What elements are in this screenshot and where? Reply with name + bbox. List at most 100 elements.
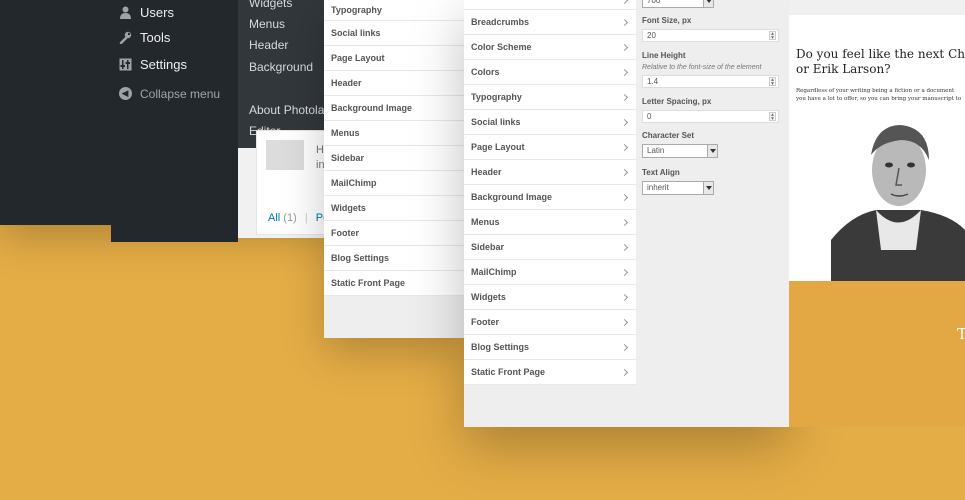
preview-top-image [789,0,965,15]
customizer-section-item[interactable]: Color Scheme [464,35,636,60]
admin-menu-item-tools[interactable]: Tools [118,24,238,51]
chevron-right-icon [620,93,629,101]
customizer-section-label: Sidebar [471,242,505,252]
customizer-section-item[interactable]: Typography [464,85,636,110]
line-height-description: Relative to the font-size of the element [642,64,762,71]
chevron-right-icon [620,243,629,251]
chevron-right-icon [620,18,629,26]
submenu-item-widgets[interactable]: Widgets [249,0,292,10]
customizer-section-item[interactable]: Social links [324,21,464,46]
chevron-down-icon [703,0,713,7]
submenu-item-header[interactable]: Header [249,38,288,52]
customizer-section-label: Blog Settings [471,342,529,352]
collapse-menu-button[interactable]: ◀ Collapse menu [118,80,238,107]
customizer-section-label: Header [331,78,362,88]
customizer-section-label: Blog Settings [331,253,389,263]
customizer-section-item[interactable]: MailChimp [324,171,464,196]
font-weight-value: 700 [647,0,661,5]
chevron-right-icon [620,118,629,126]
customizer-section-item[interactable]: Typography [324,0,464,21]
font-weight-select[interactable]: 700 [642,0,714,8]
spinner-icon[interactable]: ▲ ▼ [769,112,776,122]
letter-spacing-input[interactable]: 0 ▲ ▼ [642,110,779,123]
customizer-section-item[interactable]: Sidebar [324,146,464,171]
customizer-section-label: Breadcrumbs [471,17,530,27]
customizer-section-label: Social links [471,117,521,127]
text-align-value: inherit [647,183,669,192]
submenu-item-background[interactable]: Background [249,60,313,74]
chevron-down-icon [703,182,713,194]
admin-menu: Users Tools Settings ◀ Collapse menu [118,0,238,107]
customizer-section-item[interactable]: Static Front Page [324,271,464,296]
customizer-section-label: Background Image [331,103,413,113]
text-align-select[interactable]: inherit [642,181,714,195]
customizer-section-label: Widgets [471,292,506,302]
customizer-section-item[interactable]: Header [324,71,464,96]
customizer-section-item[interactable]: Sidebar [464,235,636,260]
customizer-section-item[interactable]: Blog Settings [464,335,636,360]
admin-menu-label: Users [140,4,174,20]
customizer-section-label: Static Front Page [331,278,406,288]
line-height-input[interactable]: 1.4 ▲ ▼ [642,75,779,88]
promo-line: THE [956,325,965,343]
customizer-panel-left: Typography Social links Page Layout Header B… [324,0,464,338]
font-size-input[interactable]: 20 ▲ ▼ [642,29,779,42]
comment-text: H [316,144,324,156]
customizer-section-label: Page Layout [331,53,385,63]
customizer-section-label: Page Layout [471,142,525,152]
customizer-section-label: Menus [331,128,360,138]
admin-sidebar-extension [111,225,238,242]
customizer-section-item[interactable]: Footer [324,221,464,246]
customizer-section-item[interactable]: Menus [324,121,464,146]
customizer-section-item[interactable]: Footer [464,310,636,335]
chevron-right-icon [620,318,629,326]
preview-body-line: Regardless of your writing being a ficti… [796,88,955,94]
customizer-section-item[interactable]: Breadcrumbs [464,10,636,35]
customizer-section-item[interactable]: Page Layout [464,135,636,160]
customizer-section-item[interactable]: Colors [464,60,636,85]
line-height-label: Line Height [642,51,686,60]
preview-body-text: Regardless of your writing being a ficti… [796,87,965,103]
chevron-right-icon [620,68,629,76]
avatar [266,140,304,170]
wrench-icon [118,31,132,45]
customizer-section-item[interactable]: MailChimp [464,260,636,285]
customizer-section-item[interactable]: Static Front Page [464,360,636,385]
chevron-right-icon [620,168,629,176]
chevron-right-icon [620,343,629,351]
customizer-section-label: Footer [471,317,499,327]
chevron-right-icon [620,0,629,5]
customizer-section-item[interactable]: Blog Settings [324,246,464,271]
customizer-section-label: Sidebar [331,153,365,163]
spinner-icon[interactable]: ▲ ▼ [769,77,776,87]
customizer-section-item[interactable]: Header [464,160,636,185]
admin-menu-item-settings[interactable]: Settings [118,51,238,78]
customizer-section-item[interactable]: Menus [464,210,636,235]
font-size-value: 20 [647,31,656,40]
customizer-section-item[interactable]: Widgets [464,285,636,310]
author-portrait-image [831,110,965,281]
preview-heading: Do you feel like the next Charles or Eri… [796,47,965,77]
customizer-section-label: Header [471,167,502,177]
submenu-item-menus[interactable]: Menus [249,17,285,31]
filter-all-link[interactable]: All [268,212,280,224]
customizer-section-item[interactable]: Social links [464,110,636,135]
preview-heading-line: or Erik Larson? [796,62,891,76]
chevron-right-icon [620,218,629,226]
customizer-section-item[interactable]: Background Image [464,185,636,210]
spinner-icon[interactable]: ▲ ▼ [769,31,776,41]
letter-spacing-label: Letter Spacing, px [642,97,712,106]
customizer-section-label: Static Front Page [471,367,546,377]
customizer-section-item[interactable]: Page Layout [324,46,464,71]
customizer-section-item[interactable]: Background Image [324,96,464,121]
customizer-section-item[interactable]: Widgets [324,196,464,221]
customizer-section-partial[interactable] [464,0,636,10]
submenu-item-about[interactable]: About Photolab [249,103,331,117]
character-set-label: Character Set [642,131,695,140]
preview-body-line: you have a lot to offer, so you can brin… [796,96,962,102]
character-set-select[interactable]: Latin [642,144,718,158]
site-preview: Do you feel like the next Charles or Eri… [789,0,965,281]
admin-menu-item-users[interactable]: Users [118,0,238,24]
users-icon [118,5,132,19]
promo-line: Y [934,343,965,361]
